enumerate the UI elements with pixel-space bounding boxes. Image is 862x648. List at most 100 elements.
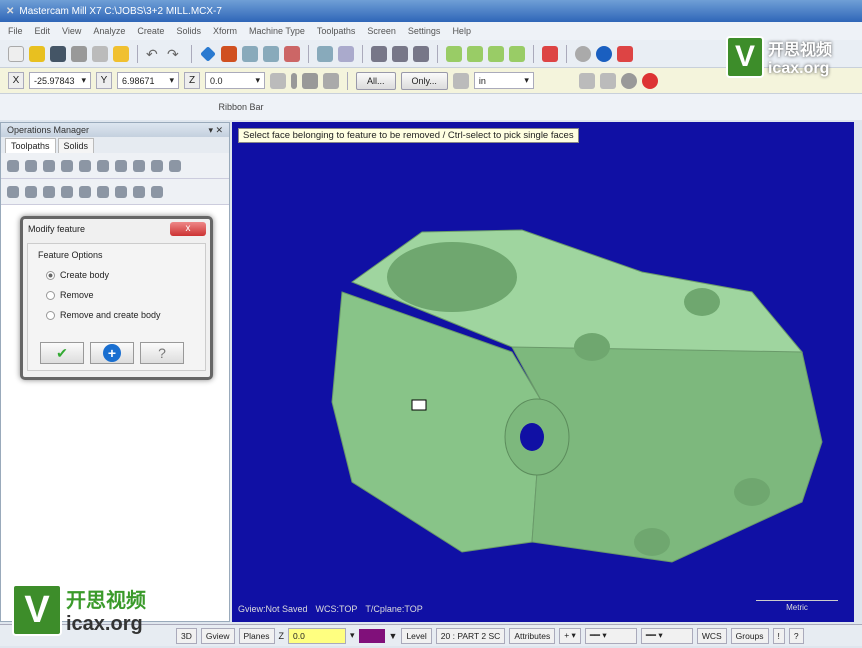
selection-mode-icon[interactable] bbox=[452, 72, 469, 89]
option-create-body[interactable]: Create body bbox=[46, 270, 187, 280]
verify-icon[interactable] bbox=[620, 72, 637, 89]
shaded-icon[interactable] bbox=[488, 45, 504, 62]
dialog-close-button[interactable]: x bbox=[170, 222, 206, 236]
level-select[interactable]: 20 : PART 2 SC bbox=[435, 627, 506, 644]
select-all-ops-icon[interactable] bbox=[7, 159, 19, 172]
save-icon[interactable] bbox=[50, 45, 66, 62]
color-dropdown-icon[interactable]: ▾ bbox=[350, 630, 355, 641]
unzoom-icon[interactable] bbox=[284, 45, 300, 62]
view-side-icon[interactable] bbox=[413, 45, 429, 62]
select-all-button[interactable]: All... bbox=[356, 71, 396, 90]
regen-all-icon[interactable] bbox=[43, 159, 55, 172]
attributes-button[interactable]: Attributes bbox=[509, 627, 556, 644]
globe-icon[interactable] bbox=[596, 45, 612, 62]
post-icon[interactable] bbox=[151, 159, 163, 172]
toggle-icon[interactable] bbox=[133, 159, 145, 172]
hidden-line-icon[interactable] bbox=[467, 45, 483, 62]
screen-fit-icon[interactable] bbox=[200, 45, 216, 62]
radio-remove[interactable] bbox=[46, 290, 55, 300]
view-top-icon[interactable] bbox=[371, 45, 387, 62]
solid-part-model[interactable] bbox=[232, 122, 854, 622]
help-icon[interactable] bbox=[323, 72, 339, 89]
autocursor-settings-icon[interactable] bbox=[302, 72, 318, 89]
line-style-select[interactable]: ━━ ▾ bbox=[584, 627, 637, 644]
print-icon[interactable] bbox=[71, 45, 87, 62]
option-remove[interactable]: Remove bbox=[46, 290, 187, 300]
y-coordinate-input[interactable]: 6.98671 ▾ bbox=[117, 72, 179, 89]
units-select[interactable]: in ▾ bbox=[473, 72, 534, 89]
menu-create[interactable]: Create bbox=[137, 26, 164, 36]
regen-dirty-icon[interactable] bbox=[61, 159, 73, 172]
tab-solids[interactable]: Solids bbox=[57, 138, 95, 153]
single-display-icon[interactable] bbox=[133, 185, 145, 198]
menu-solids[interactable]: Solids bbox=[176, 26, 201, 36]
repaint-icon[interactable] bbox=[221, 45, 237, 62]
line-width-select[interactable]: ━━ ▾ bbox=[640, 627, 693, 644]
groups-button[interactable]: Groups bbox=[730, 627, 769, 644]
radio-remove-and-create[interactable] bbox=[46, 310, 55, 320]
toggle-post-icon[interactable] bbox=[43, 185, 55, 198]
shaded-edges-icon[interactable] bbox=[509, 45, 525, 62]
menu-help[interactable]: Help bbox=[452, 26, 471, 36]
apply-button[interactable]: + bbox=[90, 342, 134, 364]
tip-icon[interactable] bbox=[113, 45, 129, 62]
open-file-icon[interactable] bbox=[29, 45, 45, 62]
cancel-selection-icon[interactable] bbox=[641, 72, 658, 89]
zoom-target-icon[interactable] bbox=[263, 45, 279, 62]
sphere-icon[interactable] bbox=[575, 45, 591, 62]
level-button[interactable]: Level bbox=[401, 627, 432, 644]
z-coordinate-input[interactable]: 0.0 ▾ bbox=[205, 72, 265, 89]
select-dirty-icon[interactable] bbox=[25, 159, 37, 172]
planes-button[interactable]: Planes bbox=[238, 627, 275, 644]
gview-button[interactable]: Gview bbox=[200, 627, 235, 644]
zoom-icon[interactable] bbox=[338, 45, 354, 62]
info-button[interactable]: ! bbox=[772, 627, 785, 644]
tab-toolpaths[interactable]: Toolpaths bbox=[5, 138, 56, 153]
zoom-selected-icon[interactable] bbox=[317, 45, 333, 62]
redo-icon[interactable]: ↷ bbox=[167, 46, 183, 62]
fast-point-icon[interactable] bbox=[270, 72, 286, 89]
toggle-display-icon[interactable] bbox=[25, 185, 37, 198]
color-swatch[interactable] bbox=[358, 628, 385, 643]
move-up-icon[interactable] bbox=[79, 185, 91, 198]
simulate-icon[interactable] bbox=[115, 159, 127, 172]
point-icon[interactable] bbox=[291, 72, 297, 89]
undo-icon[interactable]: ↶ bbox=[146, 46, 162, 62]
wireframe-icon[interactable] bbox=[446, 45, 462, 62]
menu-screen[interactable]: Screen bbox=[367, 26, 396, 36]
chain-icon[interactable] bbox=[599, 72, 616, 89]
lock-icon[interactable] bbox=[7, 185, 19, 198]
insert-arrow-icon[interactable] bbox=[97, 185, 109, 198]
menu-settings[interactable]: Settings bbox=[408, 26, 441, 36]
display-icon[interactable] bbox=[151, 185, 163, 198]
menu-analyze[interactable]: Analyze bbox=[93, 26, 125, 36]
menu-toolpaths[interactable]: Toolpaths bbox=[317, 26, 356, 36]
graphics-viewport[interactable]: Select face belonging to feature to be r… bbox=[232, 122, 854, 622]
x-coordinate-input[interactable]: -25.97843 ▾ bbox=[29, 72, 91, 89]
z-depth-input[interactable]: 0.0 bbox=[288, 627, 346, 644]
plane-icon[interactable] bbox=[542, 45, 558, 62]
ok-button[interactable]: ✔ bbox=[40, 342, 84, 364]
delete-icon[interactable] bbox=[617, 45, 633, 62]
wcs-button[interactable]: WCS bbox=[696, 627, 727, 644]
menu-edit[interactable]: Edit bbox=[35, 26, 51, 36]
zoom-window-icon[interactable] bbox=[242, 45, 258, 62]
new-file-icon[interactable] bbox=[8, 45, 24, 62]
move-down-icon[interactable] bbox=[61, 185, 73, 198]
view-front-icon[interactable] bbox=[392, 45, 408, 62]
option-remove-and-create-body[interactable]: Remove and create body bbox=[46, 310, 187, 320]
verify-icon[interactable] bbox=[97, 159, 109, 172]
print-preview-icon[interactable] bbox=[92, 45, 108, 62]
3d-button[interactable]: 3D bbox=[176, 627, 197, 644]
color-arrow-icon[interactable]: ▼ bbox=[389, 631, 398, 641]
menu-xform[interactable]: Xform bbox=[213, 26, 237, 36]
help-button[interactable]: ? bbox=[788, 627, 804, 644]
radio-create-body[interactable] bbox=[46, 270, 55, 280]
menu-machine-type[interactable]: Machine Type bbox=[249, 26, 305, 36]
select-only-button[interactable]: Only... bbox=[400, 71, 448, 90]
backplot-icon[interactable] bbox=[79, 159, 91, 172]
help-button[interactable]: ? bbox=[140, 342, 184, 364]
menu-view[interactable]: View bbox=[62, 26, 81, 36]
panel-close-icon[interactable]: ▾ ✕ bbox=[208, 125, 223, 136]
highfeed-icon[interactable] bbox=[169, 159, 181, 172]
